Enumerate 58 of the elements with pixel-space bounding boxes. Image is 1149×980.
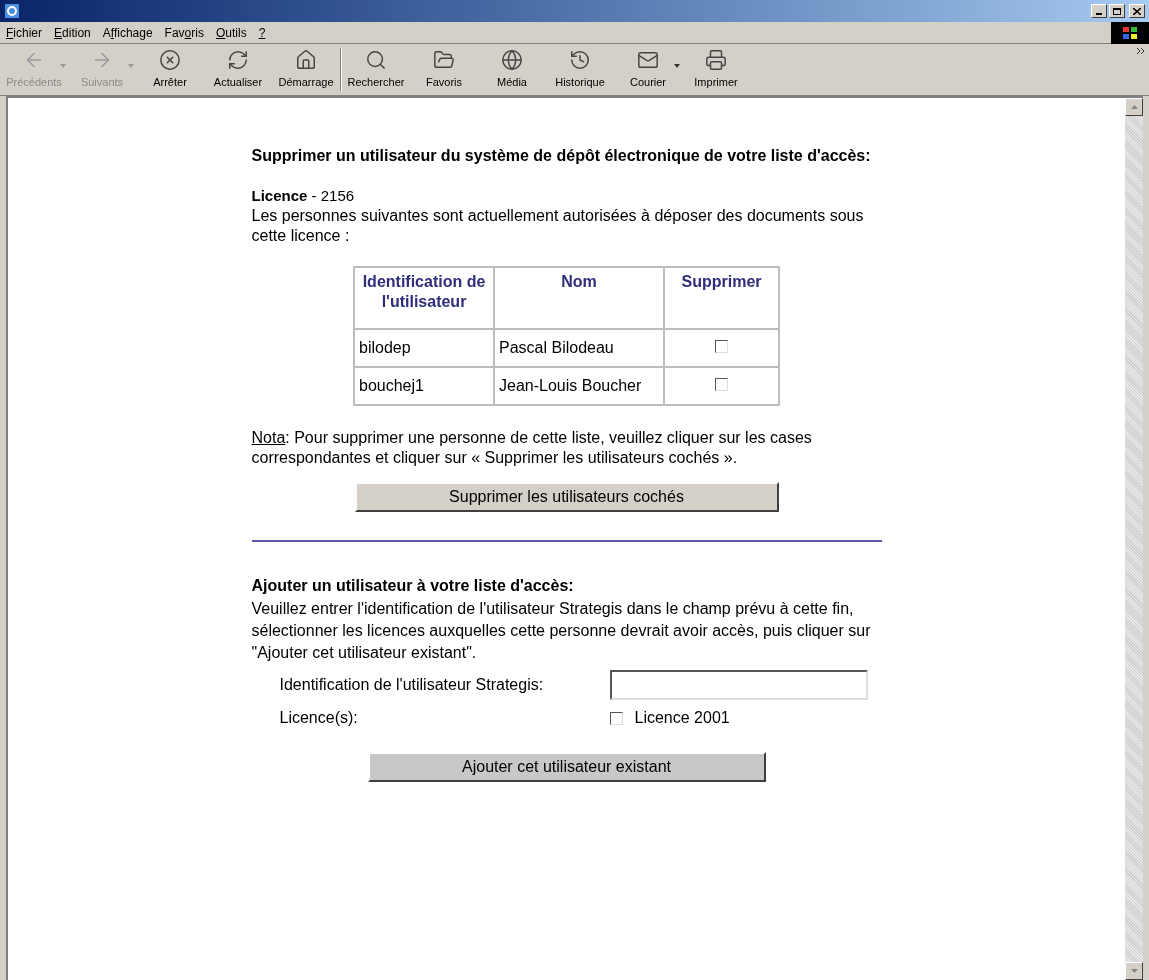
menu-item[interactable]: ? — [252, 23, 272, 42]
toolbar-button[interactable]: Imprimer — [682, 44, 750, 95]
toolbar-button[interactable]: Historique — [546, 44, 614, 95]
menu-item[interactable]: Outils — [209, 23, 253, 42]
toolbar-button[interactable]: Arrêter — [136, 44, 204, 95]
column-header: Identification de l'utilisateur — [354, 267, 494, 329]
table-cell: Pascal Bilodeau — [494, 329, 664, 367]
column-header: Nom — [494, 267, 664, 329]
checkbox-label: Licence 2001 — [634, 708, 730, 728]
note-text: Nota: Pour supprimer une personne de cette liste, veuillez cliquer sur les cases correspondantes et cliquer sur « Supprimer les utilisateurs cochés ». — [251, 428, 813, 468]
menu-item[interactable]: Edition — [48, 23, 97, 42]
user-id-field[interactable] — [609, 670, 868, 700]
search-icon — [365, 48, 387, 71]
intro-text: Veuillez entrer l'identification de l'utilisateur Strategis dans le champ prévu à cette fin, sélectionner les licences auxquelles cette personne devrait avoir accès, puis cliquer sur "Ajouter cet utilisateur existant". — [251, 599, 872, 663]
dropdown-caret-icon — [128, 64, 134, 68]
section-heading: Ajouter un utilisateur à votre liste d'accès: — [251, 576, 575, 596]
home-icon — [295, 48, 317, 71]
windows-logo-icon — [1111, 21, 1149, 44]
refresh-icon — [227, 48, 249, 71]
printer-icon — [705, 48, 727, 71]
globe-icon — [501, 48, 523, 71]
table-cell: Jean-Louis Boucher — [494, 367, 664, 405]
table-cell: bilodep — [354, 329, 494, 367]
toolbar-button[interactable]: Média — [478, 44, 546, 95]
licence-number: Licence - 2156 — [251, 186, 356, 206]
folder-icon — [433, 48, 455, 71]
field-label: Licence(s): — [279, 708, 359, 728]
up-arrow-icon — [1130, 105, 1138, 109]
add-user-button[interactable]: Ajouter cet utilisateur existant — [367, 752, 766, 782]
minimize-button[interactable] — [1091, 4, 1107, 18]
licence-checkbox[interactable] — [609, 711, 623, 725]
table-cell: bouchej1 — [354, 367, 494, 405]
toolbar-button[interactable]: Démarrage — [272, 44, 340, 95]
column-header: Supprimer — [664, 267, 779, 329]
close-button[interactable] — [1129, 4, 1145, 18]
menu-item[interactable]: Favoris — [158, 23, 210, 42]
dropdown-caret-icon — [60, 64, 66, 68]
toolbar-button[interactable]: Courier — [614, 44, 682, 95]
browser-icon — [4, 3, 20, 19]
dropdown-caret-icon — [674, 64, 680, 68]
delete-checkbox[interactable] — [715, 340, 728, 353]
chevron-icon — [1137, 48, 1145, 54]
field-label: Identification de l'utilisateur Strategis: — [279, 675, 545, 695]
toolbar-button[interactable]: Rechercher — [342, 44, 410, 95]
maximize-button[interactable] — [1109, 4, 1125, 18]
delete-checkbox[interactable] — [715, 378, 728, 391]
delete-users-button[interactable]: Supprimer les utilisateurs cochés — [354, 482, 779, 512]
toolbar-button[interactable]: Actualiser — [204, 44, 272, 95]
history-icon — [569, 48, 591, 71]
close-icon — [1133, 7, 1141, 15]
vertical-scrollbar[interactable] — [1125, 98, 1143, 980]
section-heading: Supprimer un utilisateur du système de dépôt électronique de votre liste d'accès: — [251, 146, 872, 166]
intro-text: Les personnes suivantes sont actuellement autorisées à déposer des documents sous cette licence : — [251, 206, 865, 246]
down-arrow-icon — [1130, 969, 1138, 973]
menu-item[interactable]: Fichier — [0, 23, 49, 42]
stop-icon — [159, 48, 181, 71]
menu-item[interactable]: Affichage — [96, 23, 159, 42]
toolbar-button[interactable]: Favoris — [410, 44, 478, 95]
